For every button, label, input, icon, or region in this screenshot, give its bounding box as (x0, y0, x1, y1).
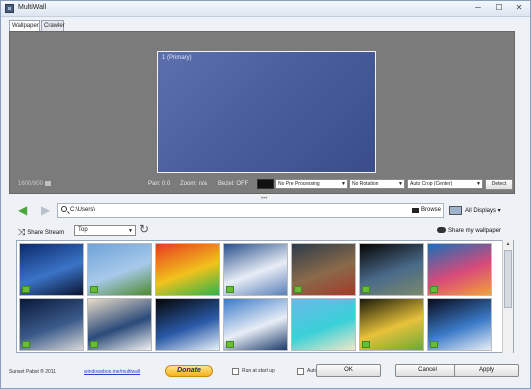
wallpaper-gallery (16, 240, 514, 353)
wallpaper-thumbnail-tropical-beach[interactable] (291, 298, 356, 351)
sort-value: Top (78, 227, 88, 233)
maximize-button[interactable]: ☐ (489, 2, 509, 14)
thumbs-up-icon (226, 341, 234, 348)
sort-select[interactable]: Top ▼ (74, 225, 136, 236)
display-preview-area: 1 (Primary) 1600/900 Pan: 0.0 Zoom: n/a … (9, 31, 515, 194)
bezel-color-swatch[interactable] (257, 179, 274, 189)
pan-readout: Pan: 0.0 (148, 181, 171, 187)
pre-processing-value: No Pre Processing (278, 181, 320, 187)
run-at-startup-checkbox[interactable] (232, 368, 239, 375)
share-my-wallpaper-button[interactable]: Share my wallpaper (437, 227, 501, 234)
crop-select[interactable]: Auto Crop (Center) ▼ (407, 179, 483, 189)
wallpaper-thumbnail-coral-reef[interactable] (427, 243, 492, 296)
scroll-up-icon[interactable]: ▲ (504, 241, 512, 249)
all-displays-select[interactable]: All Displays ▾ (465, 207, 501, 214)
path-input[interactable]: C:\Users\ Browse (57, 203, 444, 218)
rotation-value: No Rotation (352, 181, 379, 187)
chevron-down-icon: ▼ (476, 181, 481, 187)
monitor-label: 1 (Primary) (162, 55, 192, 61)
wallpaper-thumbnail-sydney-opera-house[interactable] (223, 298, 288, 351)
donate-button[interactable]: Donate (165, 365, 213, 377)
apply-button[interactable]: Apply (454, 364, 519, 377)
folder-icon (412, 208, 419, 213)
rotation-select[interactable]: No Rotation ▼ (349, 179, 405, 189)
back-arrow-icon[interactable]: ◀ (18, 204, 27, 216)
app-icon (5, 4, 14, 13)
thumbs-up-icon (90, 341, 98, 348)
thumbs-up-icon (430, 286, 438, 293)
path-value: C:\Users\ (70, 207, 96, 213)
refresh-icon[interactable]: ↻ (139, 223, 149, 235)
share-wallpaper-label: Share my wallpaper (448, 228, 502, 234)
wallpaper-thumbnail-earth-horizon[interactable] (155, 298, 220, 351)
thumbs-up-icon (430, 341, 438, 348)
close-button[interactable]: ✕ (509, 2, 529, 14)
ok-button[interactable]: OK (316, 364, 381, 377)
thumbs-up-icon (22, 341, 30, 348)
crop-value: Auto Crop (Center) (410, 181, 453, 187)
wallpaper-thumbnail-fantasy-collage[interactable] (291, 243, 356, 296)
window-title: MultiWall (18, 4, 47, 11)
minimize-button[interactable]: ─ (468, 2, 488, 14)
wallpaper-thumbnail-planet-globe[interactable] (359, 243, 424, 296)
like-icon (45, 181, 52, 186)
cloud-icon (437, 227, 446, 233)
multiwall-window: MultiWall ─ ☐ ✕ Wallpaper Crawler 1 (Pri… (0, 0, 531, 389)
browse-button[interactable]: Browse (421, 207, 441, 213)
thumbs-up-icon (294, 286, 302, 293)
bezel-readout: Bezel: OFF (218, 181, 249, 187)
displays-icon (449, 206, 462, 215)
auto-apply-checkbox[interactable] (297, 368, 304, 375)
wallpaper-thumbnail-earth-blue-space[interactable] (19, 243, 84, 296)
cancel-button[interactable]: Cancel (395, 364, 460, 377)
scrollbar-thumb[interactable] (504, 250, 512, 308)
tab-crawler[interactable]: Crawler (41, 20, 65, 31)
title-bar[interactable]: MultiWall ─ ☐ ✕ (1, 1, 530, 17)
chevron-down-icon: ▼ (398, 181, 403, 187)
shuffle-icon: ⤨ (18, 227, 26, 237)
footer-bar: Sunset Pabst ® 2011 windowsbox.me/multiw… (1, 359, 530, 388)
website-link[interactable]: windowsbox.me/multiwall (84, 369, 140, 375)
detect-button[interactable]: Detect (485, 179, 513, 190)
gallery-scrollbar[interactable]: ▲ (502, 240, 513, 353)
thumbs-up-icon (362, 286, 370, 293)
tab-wallpaper[interactable]: Wallpaper (9, 20, 40, 31)
run-at-startup-label: Run at start up (242, 368, 275, 374)
wallpaper-thumbnail-space-shuttle[interactable] (19, 298, 84, 351)
wallpaper-thumbnail-green-hills-clouds[interactable] (87, 243, 152, 296)
wallpaper-thumbnail-snowy-mountains[interactable] (223, 243, 288, 296)
resolution-value: 1600/900 (18, 181, 44, 188)
wallpaper-thumbnail-earth-clouds[interactable] (427, 298, 492, 351)
pre-processing-select[interactable]: No Pre Processing ▼ (275, 179, 348, 189)
resolution-label: 1600/900 (18, 181, 52, 188)
share-stream-label: Share Stream (27, 230, 65, 236)
thumbs-up-icon (90, 286, 98, 293)
all-displays-label: All Displays (465, 208, 497, 214)
search-icon (61, 206, 67, 212)
wallpaper-thumbnail-bokeh-lights[interactable] (359, 298, 424, 351)
forward-arrow-icon[interactable]: ▶ (41, 204, 50, 216)
credit-text: Sunset Pabst ® 2011 (9, 369, 56, 375)
thumbs-up-icon (22, 286, 30, 293)
chevron-down-icon: ▼ (128, 228, 133, 234)
chevron-down-icon: ▼ (341, 181, 346, 187)
thumbs-up-icon (226, 286, 234, 293)
monitor-preview-primary[interactable]: 1 (Primary) (157, 51, 376, 173)
wallpaper-thumbnail-great-wave[interactable] (87, 298, 152, 351)
splitter-handle[interactable]: ••• (261, 196, 267, 202)
zoom-readout: Zoom: n/a (180, 181, 208, 187)
share-stream-button[interactable]: ⤨ Share Stream (18, 227, 64, 238)
thumbs-up-icon (362, 341, 370, 348)
wallpaper-thumbnail-rainbow-spectrum[interactable] (155, 243, 220, 296)
